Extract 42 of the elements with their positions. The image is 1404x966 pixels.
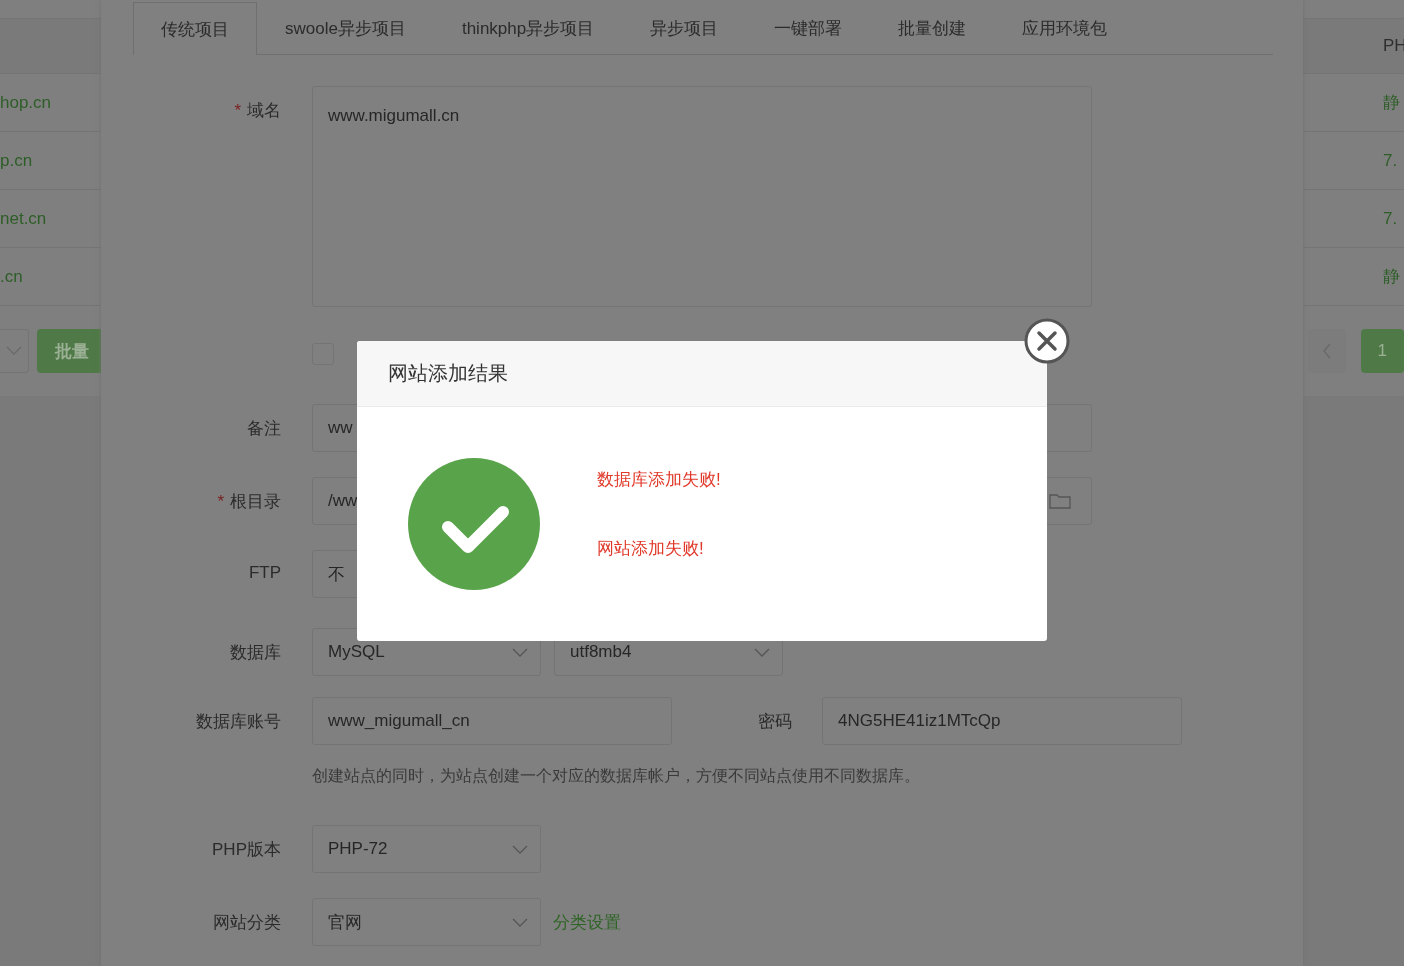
field-label: 网站分类 <box>213 913 281 932</box>
tab[interactable]: 批量创建 <box>870 2 995 54</box>
category-select[interactable]: 官网 <box>312 898 541 946</box>
field-label: 数据库 <box>230 643 281 662</box>
field-label: 根目录 <box>230 492 281 511</box>
page-button[interactable]: 1 <box>1360 329 1404 373</box>
domain-link[interactable]: p.cn <box>0 150 33 171</box>
tab[interactable]: 应用环境包 <box>994 2 1136 54</box>
batch-button[interactable]: 批量 <box>36 329 101 373</box>
table-cell-text: 7. <box>1382 208 1398 229</box>
field-label: 数据库账号 <box>196 712 281 731</box>
table-cell-text: 7. <box>1382 150 1398 171</box>
table-cell-text: 静 <box>1382 92 1400 114</box>
domain-textarea[interactable]: www.migumall.cn <box>312 86 1092 307</box>
field-label: 备注 <box>247 419 281 438</box>
dialog-title: 网站添加结果 <box>388 361 508 386</box>
domain-link[interactable]: net.cn <box>0 208 47 229</box>
chevron-down-icon <box>754 648 770 658</box>
folder-icon[interactable] <box>1049 493 1071 509</box>
db-account-field[interactable]: www_migumall_cn <box>312 697 672 745</box>
field-label: FTP <box>248 563 281 582</box>
tab[interactable]: 传统项目 <box>133 2 257 55</box>
tab[interactable]: 一键部署 <box>746 2 871 54</box>
domain-link[interactable]: hop.cn <box>0 92 52 113</box>
table-cell-text: 静 <box>1382 266 1400 288</box>
required-mark: * <box>234 101 241 120</box>
php-version-select[interactable]: PHP-72 <box>312 825 541 873</box>
password-field[interactable]: 4NG5HE41iz1MTcQp <box>822 697 1182 745</box>
chevron-down-icon <box>512 845 528 855</box>
error-message: 数据库添加失败! <box>597 469 721 490</box>
required-mark: * <box>217 492 224 511</box>
field-label: 域名 <box>247 101 281 120</box>
field-label: 密码 <box>757 710 793 733</box>
tab[interactable]: thinkphp异步项目 <box>433 2 623 54</box>
close-icon[interactable] <box>1024 318 1070 364</box>
field-label: PHP版本 <box>212 840 281 859</box>
error-message: 网站添加失败! <box>597 538 705 559</box>
tab[interactable]: swoole异步项目 <box>257 2 434 54</box>
domain-link[interactable]: .cn <box>0 266 23 287</box>
chevron-down-icon <box>512 918 528 928</box>
chevron-down-icon <box>512 648 528 658</box>
tab[interactable]: 异步项目 <box>622 2 747 54</box>
